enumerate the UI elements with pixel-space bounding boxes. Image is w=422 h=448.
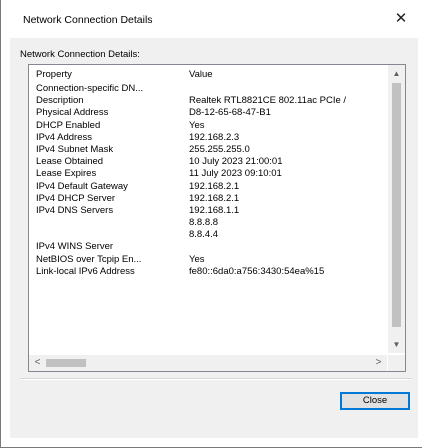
value-cell: Yes xyxy=(189,253,205,265)
table-row[interactable]: NetBIOS over Tcpip En... Yes xyxy=(29,254,385,266)
close-icon[interactable]: ✕ xyxy=(390,8,412,30)
table-row[interactable]: Physical Address D8-12-65-68-47-B1 xyxy=(29,107,385,119)
horizontal-scroll-thumb[interactable] xyxy=(46,359,86,367)
property-cell: IPv4 Address xyxy=(36,131,92,143)
list-header: Property Value xyxy=(29,65,385,81)
details-list[interactable]: Property Value Connection-specific DN...… xyxy=(28,64,406,372)
value-cell: Yes xyxy=(189,119,205,131)
table-row[interactable]: Description Realtek RTL8821CE 802.11ac PC… xyxy=(29,95,385,107)
value-cell: 192.168.2.3 xyxy=(189,131,240,143)
property-cell: IPv4 DHCP Server xyxy=(36,192,116,204)
value-cell: 192.168.2.1 xyxy=(189,180,240,192)
details-group-label: Network Connection Details: xyxy=(20,49,140,60)
value-cell: 8.8.8.8 xyxy=(189,217,219,229)
horizontal-scrollbar[interactable]: < > xyxy=(29,355,387,371)
table-row[interactable]: 8.8.4.4 xyxy=(29,229,385,241)
table-row[interactable]: IPv4 DHCP Server 192.168.2.1 xyxy=(29,193,385,205)
value-cell: fe80::6da0:a756:3430:54ea%15 xyxy=(189,265,325,277)
value-cell: Realtek RTL8821CE 802.11ac PCIe / xyxy=(189,95,347,107)
value-cell: 255.255.255.0 xyxy=(189,143,250,155)
property-cell: Connection-specific DN... xyxy=(36,83,144,94)
column-header-value[interactable]: Value xyxy=(189,69,213,80)
property-cell: IPv4 WINS Server xyxy=(36,241,114,253)
property-cell: Lease Expires xyxy=(36,168,97,180)
table-row[interactable]: Link-local IPv6 Address fe80::6da0:a756:3… xyxy=(29,266,385,278)
chevron-up-icon[interactable]: ▲ xyxy=(388,65,405,82)
title-bar: Network Connection Details ✕ xyxy=(1,0,422,38)
vertical-scrollbar[interactable]: ▲ ▼ xyxy=(388,65,405,353)
value-cell: 8.8.4.4 xyxy=(189,229,219,241)
table-row[interactable]: DHCP Enabled Yes xyxy=(29,120,385,132)
close-button[interactable]: Close xyxy=(340,392,410,410)
divider xyxy=(20,378,412,380)
chevron-left-icon[interactable]: < xyxy=(29,355,46,371)
table-row[interactable]: IPv4 WINS Server xyxy=(29,241,385,253)
table-row[interactable]: IPv4 Address 192.168.2.3 xyxy=(29,132,385,144)
chevron-down-icon[interactable]: ▼ xyxy=(388,336,405,353)
table-row[interactable]: IPv4 Default Gateway 192.168.2.1 xyxy=(29,181,385,193)
property-cell: NetBIOS over Tcpip En... xyxy=(36,253,142,265)
scrollbar-corner xyxy=(388,355,405,371)
table-row[interactable]: Connection-specific DN... xyxy=(29,83,385,95)
table-row[interactable]: Lease Obtained 10 July 2023 21:00:01 xyxy=(29,156,385,168)
property-cell: IPv4 Subnet Mask xyxy=(36,143,114,155)
window-title: Network Connection Details xyxy=(23,14,153,26)
property-cell: IPv4 DNS Servers xyxy=(36,204,114,216)
value-cell: 192.168.2.1 xyxy=(189,192,240,204)
list-rows: Connection-specific DN... Description Real… xyxy=(29,83,385,278)
property-cell: Lease Obtained xyxy=(36,156,104,168)
table-row[interactable]: 8.8.8.8 xyxy=(29,217,385,229)
table-row[interactable]: IPv4 Subnet Mask 255.255.255.0 xyxy=(29,144,385,156)
value-cell: D8-12-65-68-47-B1 xyxy=(189,107,271,119)
value-cell: 192.168.1.1 xyxy=(189,204,240,216)
column-header-property[interactable]: Property xyxy=(36,69,72,80)
property-cell: IPv4 Default Gateway xyxy=(36,180,128,192)
property-cell: Link-local IPv6 Address xyxy=(36,265,135,277)
table-row[interactable]: Lease Expires 11 July 2023 09:10:01 xyxy=(29,168,385,180)
vertical-scroll-thumb[interactable] xyxy=(392,83,401,327)
property-cell: Physical Address xyxy=(36,107,109,119)
value-cell: 11 July 2023 09:10:01 xyxy=(189,168,282,180)
chevron-right-icon[interactable]: > xyxy=(370,355,387,371)
property-cell: Description xyxy=(36,95,84,107)
value-cell: 10 July 2023 21:00:01 xyxy=(189,156,283,168)
table-row[interactable]: IPv4 DNS Servers 192.168.1.1 xyxy=(29,205,385,217)
property-cell: DHCP Enabled xyxy=(36,119,101,131)
